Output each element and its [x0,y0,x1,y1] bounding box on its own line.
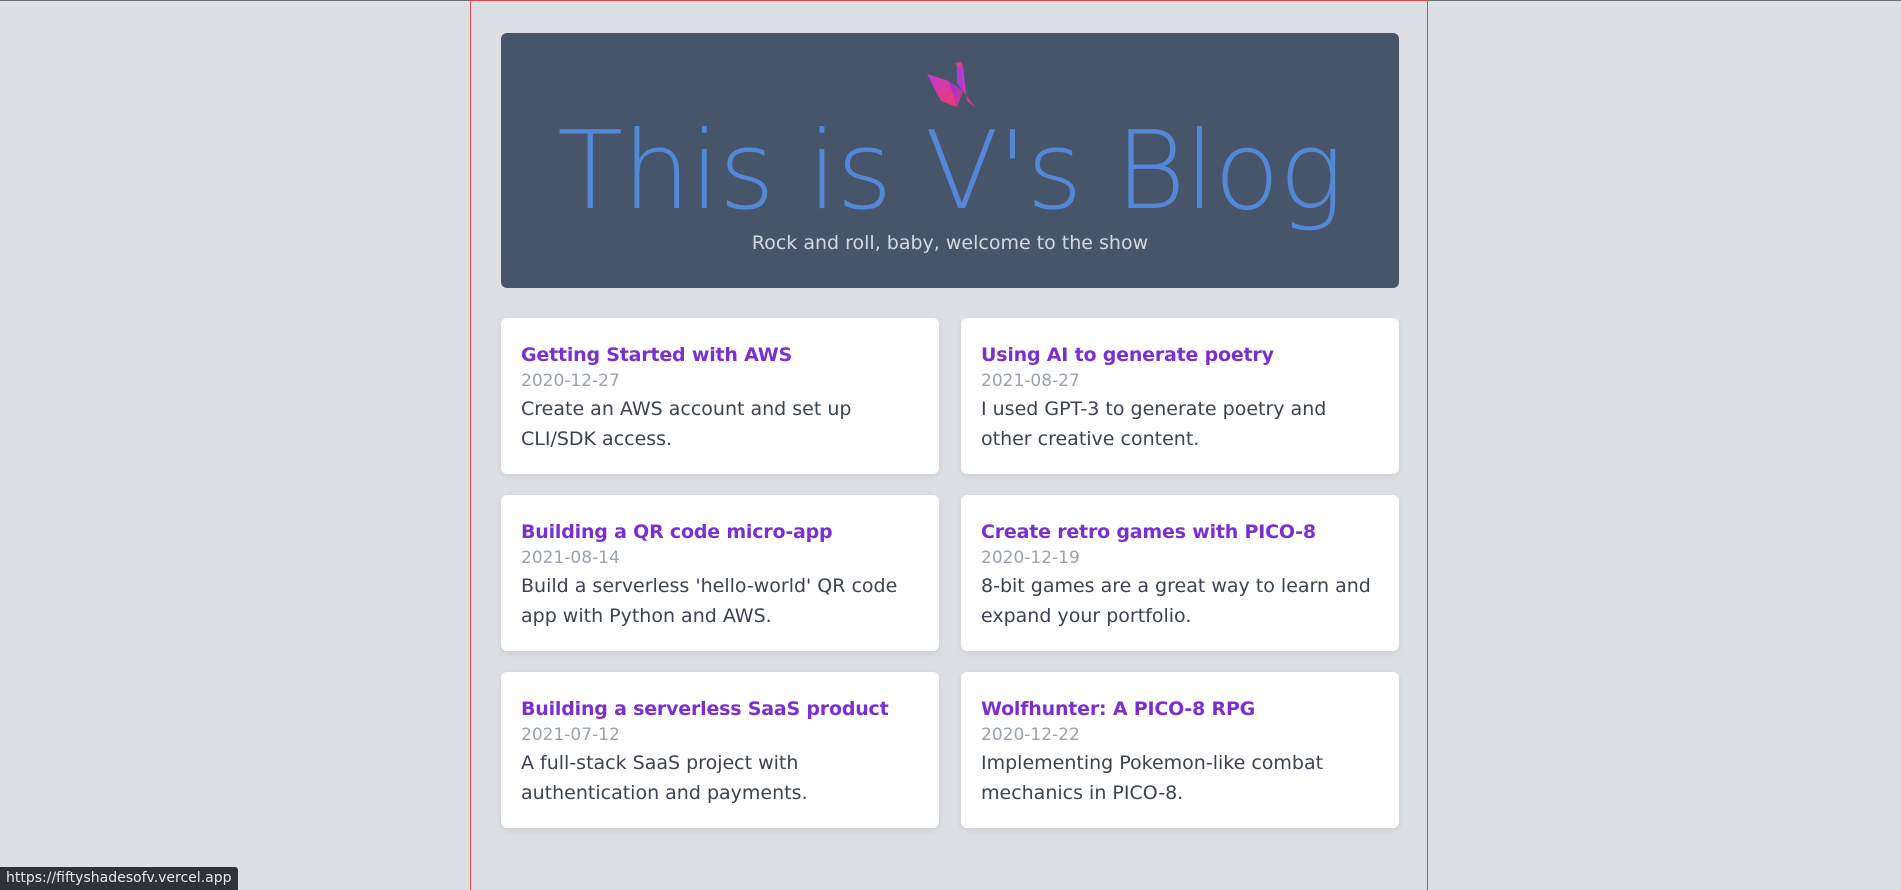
post-title-link[interactable]: Building a serverless SaaS product [521,696,919,722]
post-date: 2021-07-12 [521,725,620,745]
post-date: 2020-12-22 [981,725,1080,745]
post-title-link[interactable]: Building a QR code micro-app [521,519,919,545]
post-card-wolfhunter[interactable]: Wolfhunter: A PICO-8 RPG 2020-12-22 Impl… [961,672,1399,828]
post-date: 2021-08-27 [981,371,1080,391]
post-card-ai-poetry[interactable]: Using AI to generate poetry 2021-08-27 I… [961,318,1399,474]
post-title-link[interactable]: Getting Started with AWS [521,342,919,368]
blog-title: This is V's Blog [557,109,1343,234]
post-card-qr-code-app[interactable]: Building a QR code micro-app 2021-08-14 … [501,495,939,651]
post-card-serverless-saas[interactable]: Building a serverless SaaS product 2021-… [501,672,939,828]
post-description: Create an AWS account and set up CLI/SDK… [521,398,852,450]
post-title-link[interactable]: Wolfhunter: A PICO-8 RPG [981,696,1379,722]
post-date: 2021-08-14 [521,548,620,568]
origami-swan-icon[interactable] [925,61,977,109]
post-title-link[interactable]: Using AI to generate poetry [981,342,1379,368]
post-description: A full-stack SaaS project with authentic… [521,752,808,804]
post-card-getting-started-aws[interactable]: Getting Started with AWS 2020-12-27 Crea… [501,318,939,474]
post-description: Implementing Pokemon-like combat mechani… [981,752,1324,804]
link-preview-status-bar: https://fiftyshadesofv.vercel.app [0,867,238,890]
post-date: 2020-12-19 [981,548,1080,568]
post-description: 8-bit games are a great way to learn and… [981,575,1371,627]
post-description: I used GPT-3 to generate poetry and othe… [981,398,1327,450]
blog-subtitle: Rock and roll, baby, welcome to the show [751,232,1149,254]
post-date: 2020-12-27 [521,371,620,391]
main-container: This is V's Blog Rock and roll, baby, we… [470,0,1428,890]
post-description: Build a serverless 'hello-world' QR code… [521,575,898,627]
hero-banner: This is V's Blog Rock and roll, baby, we… [501,33,1399,288]
post-grid: Getting Started with AWS 2020-12-27 Crea… [501,318,1399,828]
post-title-link[interactable]: Create retro games with PICO-8 [981,519,1379,545]
post-card-retro-games-pico8[interactable]: Create retro games with PICO-8 2020-12-1… [961,495,1399,651]
page: This is V's Blog Rock and roll, baby, we… [0,0,1901,890]
